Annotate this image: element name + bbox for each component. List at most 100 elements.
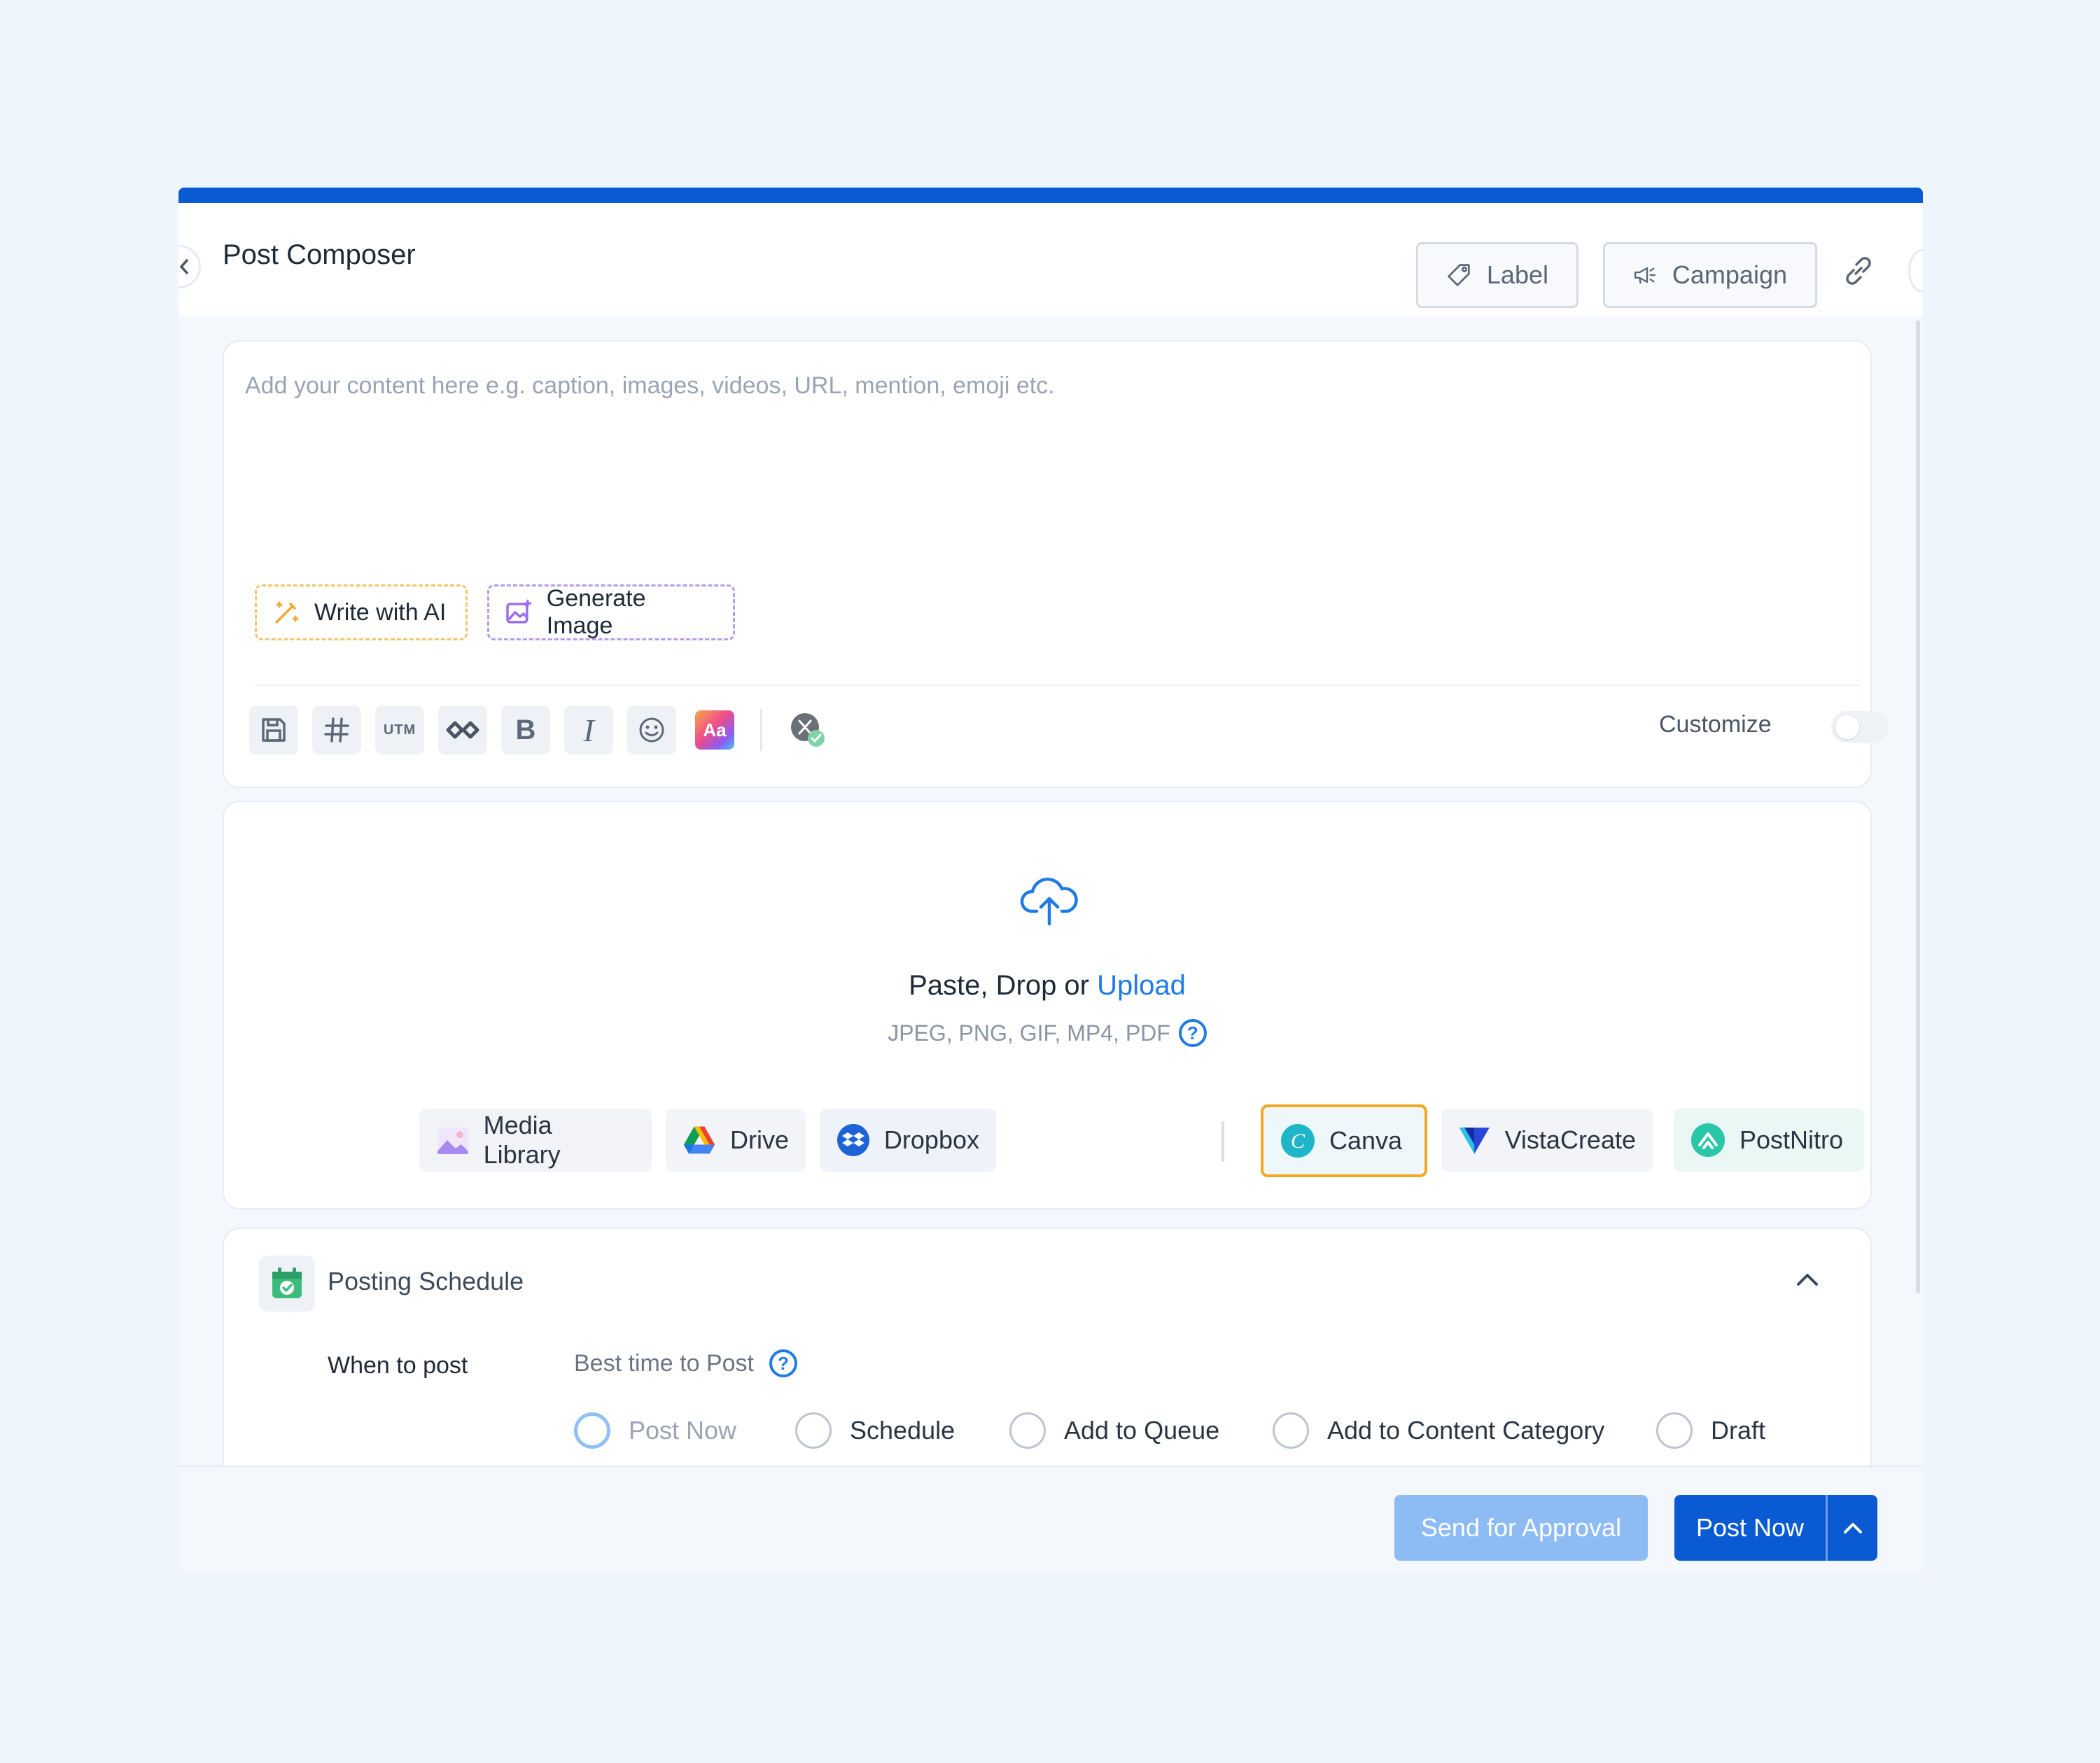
chevron-up-icon	[1843, 1523, 1862, 1533]
post-now-button-group: Post Now	[1674, 1495, 1877, 1561]
posting-schedule-title: Posting Schedule	[328, 1267, 524, 1295]
collapse-button[interactable]	[178, 245, 201, 288]
canva-icon: C	[1281, 1124, 1315, 1158]
radio-label: Add to Content Category	[1327, 1416, 1605, 1445]
post-now-button[interactable]: Post Now	[1674, 1513, 1826, 1543]
radio-schedule[interactable]: Schedule	[795, 1412, 955, 1449]
dropbox-button[interactable]: Dropbox	[820, 1109, 996, 1172]
media-library-label: Media Library	[483, 1111, 561, 1169]
magic-wand-icon	[275, 601, 299, 624]
radio-circle[interactable]	[1009, 1412, 1046, 1449]
link-button[interactable]	[1841, 253, 1876, 292]
postnitro-button[interactable]: PostNitro	[1674, 1109, 1864, 1172]
chevron-left-icon	[179, 258, 189, 275]
link-icon	[1846, 257, 1871, 285]
vistacreate-label: VistaCreate	[1504, 1125, 1636, 1154]
upload-heading: Paste, Drop or Upload	[224, 970, 1870, 1002]
generate-image-button[interactable]: Generate Image	[487, 584, 735, 640]
postnitro-icon	[1691, 1123, 1725, 1157]
generate-image-label: Generate Image	[546, 585, 646, 639]
panel-toggle-button[interactable]	[1908, 249, 1923, 293]
page-title: Post Composer	[223, 239, 416, 270]
hashtag-button[interactable]	[312, 705, 361, 754]
label-button-text: Label	[1486, 260, 1548, 289]
radio-circle[interactable]	[795, 1412, 832, 1449]
composer-footer: Send for Approval Post Now	[178, 1466, 1923, 1572]
media-library-button[interactable]: Media Library	[419, 1109, 652, 1172]
save-draft-button[interactable]	[249, 705, 298, 754]
upload-formats: JPEG, PNG, GIF, MP4, PDF ?	[224, 1019, 1870, 1047]
tag-icon	[1448, 264, 1470, 286]
megaphone-icon	[1634, 267, 1656, 284]
top-accent-bar	[178, 188, 1923, 203]
bold-label: B	[515, 714, 536, 745]
svg-text:C: C	[1291, 1130, 1306, 1153]
content-editor: Add your content here e.g. caption, imag…	[223, 340, 1889, 788]
hashtag-icon	[324, 717, 349, 743]
emoji-button[interactable]	[627, 705, 676, 754]
vistacreate-icon	[1459, 1128, 1490, 1154]
dropbox-icon	[836, 1124, 869, 1156]
campaign-button-text: Campaign	[1672, 260, 1787, 289]
radio-add-to-queue[interactable]: Add to Queue	[1009, 1412, 1219, 1449]
upload-heading-text: Paste, Drop or	[909, 970, 1098, 1001]
font-style-label: Aa	[703, 719, 727, 740]
send-for-approval-button[interactable]: Send for Approval	[1394, 1495, 1648, 1561]
drive-button[interactable]: Drive	[666, 1109, 806, 1172]
editor-divider	[255, 684, 1859, 686]
customize-label: Customize	[1659, 711, 1772, 738]
thread-button[interactable]	[438, 705, 487, 754]
media-upload-area[interactable]: Paste, Drop or Upload JPEG, PNG, GIF, MP…	[223, 801, 1872, 1209]
label-button[interactable]: Label	[1416, 242, 1578, 308]
ai-image-icon	[506, 599, 532, 624]
font-style-icon: Aa	[695, 710, 734, 750]
infinity-chain-icon	[446, 721, 479, 739]
post-options-dropdown[interactable]	[1828, 1520, 1877, 1536]
write-with-ai-button[interactable]: Write with AI	[255, 584, 468, 640]
radio-label: Schedule	[850, 1416, 955, 1445]
save-icon	[262, 718, 286, 742]
editor-toolbar: UTM B I Aa	[249, 705, 832, 754]
italic-label: I	[583, 712, 594, 748]
image-gallery-icon	[437, 1128, 468, 1154]
radio-circle[interactable]	[1273, 1412, 1309, 1449]
radio-circle[interactable]	[1656, 1412, 1693, 1449]
canva-button[interactable]: C Canva	[1261, 1104, 1427, 1177]
post-composer-window: Post Composer Label Campaign Add your co…	[178, 188, 1923, 1572]
help-icon[interactable]: ?	[769, 1349, 797, 1377]
help-icon[interactable]: ?	[1178, 1019, 1207, 1047]
radio-post-now[interactable]: Post Now	[574, 1412, 736, 1449]
content-input[interactable]: Add your content here e.g. caption, imag…	[245, 372, 1055, 400]
vistacreate-button[interactable]: VistaCreate	[1441, 1109, 1653, 1172]
radio-add-to-content-category[interactable]: Add to Content Category	[1273, 1412, 1604, 1449]
best-time-label: Best time to Post	[574, 1349, 754, 1377]
formats-text: JPEG, PNG, GIF, MP4, PDF	[888, 1020, 1170, 1046]
radio-label: Draft	[1711, 1416, 1766, 1445]
radio-label: Add to Queue	[1064, 1416, 1220, 1445]
best-time-to-post[interactable]: Best time to Post ?	[574, 1349, 797, 1377]
cloud-upload-icon	[1020, 877, 1078, 926]
radio-draft[interactable]: Draft	[1656, 1412, 1765, 1449]
dropbox-label: Dropbox	[883, 1125, 979, 1154]
bold-button[interactable]: B	[501, 705, 550, 754]
write-with-ai-label: Write with AI	[314, 598, 447, 626]
customize-toggle[interactable]	[1831, 711, 1889, 743]
smiley-icon	[639, 717, 664, 743]
chevron-up-icon[interactable]	[1795, 1271, 1819, 1288]
sources-separator	[1222, 1121, 1224, 1162]
google-drive-icon	[683, 1126, 715, 1154]
utm-label: UTM	[383, 722, 416, 738]
calendar-check-icon	[259, 1256, 315, 1312]
font-style-button[interactable]: Aa	[690, 705, 739, 754]
toolbar-separator	[760, 709, 762, 751]
campaign-button[interactable]: Campaign	[1603, 242, 1817, 308]
composer-header: Post Composer Label Campaign	[178, 203, 1923, 316]
radio-label: Post Now	[629, 1416, 737, 1445]
when-to-post-label: When to post	[328, 1352, 468, 1379]
upload-link[interactable]: Upload	[1097, 970, 1186, 1001]
italic-button[interactable]: I	[564, 705, 613, 754]
scrollbar[interactable]	[1916, 321, 1920, 1293]
utm-button[interactable]: UTM	[375, 705, 424, 754]
radio-circle[interactable]	[574, 1412, 610, 1449]
platform-preview-button[interactable]	[783, 705, 832, 754]
